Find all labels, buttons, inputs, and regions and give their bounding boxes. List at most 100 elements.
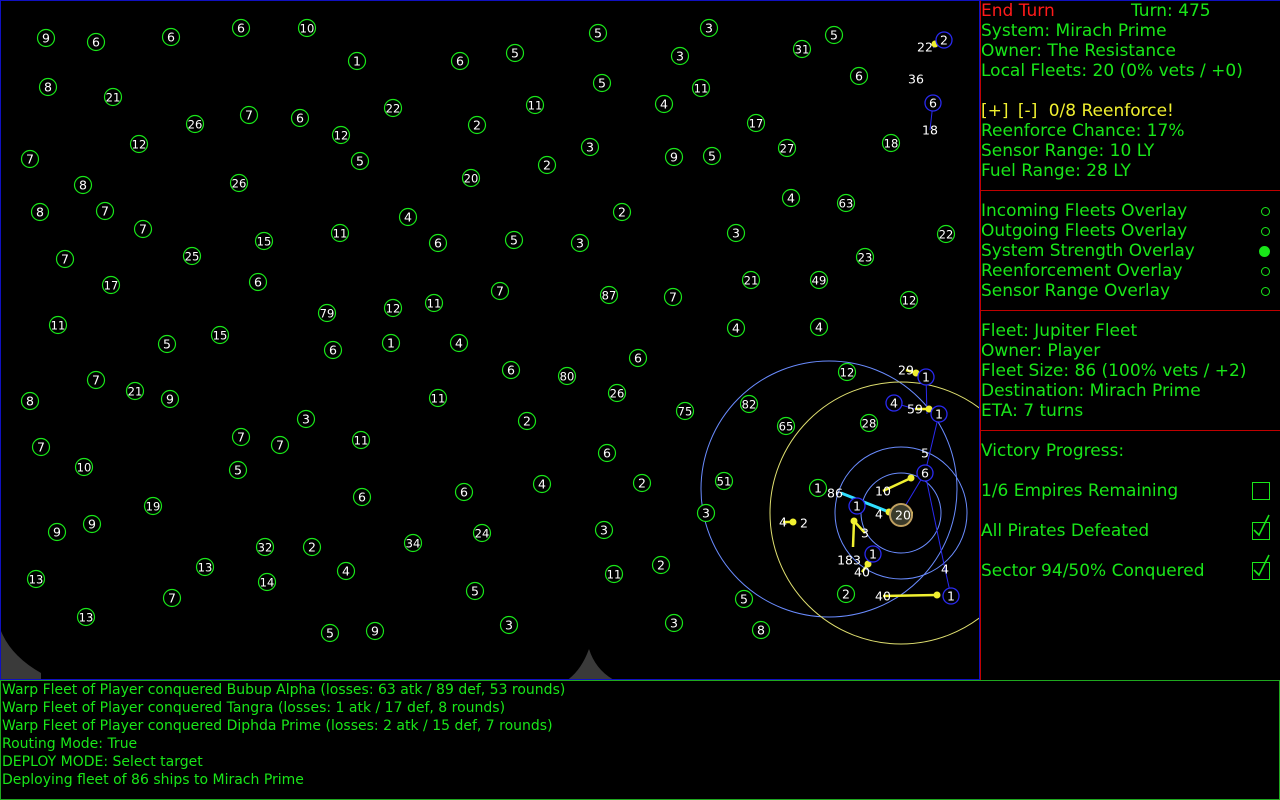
- system-strength-label: 9: [166, 392, 174, 407]
- overlay-label: Outgoing Fleets Overlay: [981, 221, 1188, 241]
- fleet-strength-label: 40: [875, 589, 891, 604]
- end-turn-button[interactable]: End Turn: [981, 1, 1131, 21]
- reenforce-minus-button[interactable]: [-]: [1018, 101, 1037, 121]
- system-strength-label: 11: [528, 99, 543, 113]
- system-strength-label: 15: [257, 235, 272, 249]
- system-strength-label: 5: [326, 626, 334, 641]
- fleet-info-section: Fleet: Jupiter Fleet Owner: Player Fleet…: [981, 311, 1280, 431]
- fleet-strength-label: 40: [854, 565, 870, 580]
- fleet-owner: Owner: Player: [981, 341, 1101, 361]
- fleet-marker[interactable]: [933, 591, 941, 599]
- fleet-strength-label: 3: [861, 526, 869, 541]
- system-strength-label: 23: [858, 251, 873, 265]
- victory-item: All Pirates Defeated: [981, 514, 1280, 541]
- system-name: System: Mirach Prime: [981, 21, 1167, 41]
- system-strength-label: 4: [342, 564, 350, 579]
- reenforce-count[interactable]: 0/8 Reenforce!: [1049, 101, 1174, 121]
- system-strength-label: 20: [464, 172, 479, 186]
- fleet-strength-label: 10: [875, 484, 891, 499]
- local-fleets: Local Fleets: 20 (0% vets / +0): [981, 61, 1243, 81]
- system-strength-label: 11: [694, 82, 709, 96]
- reenforce-plus-button[interactable]: [+]: [981, 101, 1009, 121]
- overlay-radio[interactable]: [1261, 286, 1270, 296]
- galaxy-map-canvas[interactable]: 9 6 66 101 655333158217 61222211541162612539 5…: [1, 1, 980, 680]
- fleet-marker[interactable]: [850, 517, 858, 525]
- system-strength-label: 4: [455, 336, 463, 351]
- system-strength-label: 5: [740, 592, 748, 607]
- system-strength-label: 11: [51, 319, 66, 333]
- overlay-outgoing[interactable]: Outgoing Fleets Overlay: [981, 221, 1280, 241]
- fleet-marker[interactable]: [907, 474, 915, 482]
- system-strength-label: 12: [132, 138, 147, 152]
- system-strength-label: 9: [53, 525, 61, 540]
- log-message: Deploying fleet of 86 ships to Mirach Pr…: [2, 772, 304, 788]
- fuel-range: Fuel Range: 28 LY: [981, 161, 1131, 181]
- system-strength-label: 11: [427, 297, 442, 311]
- overlay-strength[interactable]: System Strength Overlay: [981, 241, 1280, 261]
- system-strength-label: 11: [354, 434, 369, 448]
- system-strength-label: 12: [334, 129, 349, 143]
- overlay-reenforcement[interactable]: Reenforcement Overlay: [981, 261, 1280, 281]
- route-line: [924, 472, 946, 570]
- overlay-incoming[interactable]: Incoming Fleets Overlay: [981, 201, 1280, 221]
- system-strength-label: 7: [245, 108, 253, 123]
- system-strength-label: 17: [749, 117, 764, 131]
- system-strength-label: 3: [670, 616, 678, 631]
- system-strength-label: 1: [853, 499, 861, 514]
- system-strength-label: 26: [610, 387, 625, 401]
- system-strength-label: 8: [26, 394, 34, 409]
- system-strength-label: 19: [146, 500, 161, 514]
- system-strength-label: 6: [603, 446, 611, 461]
- fleet-path: [851, 520, 856, 548]
- system-strength-label: 7: [276, 438, 284, 453]
- overlay-radio[interactable]: [1261, 226, 1270, 236]
- system-owner: Owner: The Resistance: [981, 41, 1176, 61]
- fleet-marker[interactable]: [789, 518, 797, 526]
- reenforce-chance: Reenforce Chance: 17%: [981, 121, 1185, 141]
- system-strength-label: 1: [814, 481, 822, 496]
- system-strength-label: 7: [26, 152, 34, 167]
- system-strength-label: 10: [77, 461, 92, 475]
- overlay-sensor[interactable]: Sensor Range Overlay: [981, 281, 1280, 301]
- system-strength-label: 2: [543, 158, 551, 173]
- overlay-label: Reenforcement Overlay: [981, 261, 1183, 281]
- system-strength-label: 2: [638, 476, 646, 491]
- system-strength-label: 21: [128, 385, 143, 399]
- system-strength-label: 1: [869, 547, 877, 562]
- galaxy-map[interactable]: 9 6 6 6 10 1 6 5 5 3 3 31 5 8 21 7 6 12 22 2 11 5 4 11 6 26 12 5 3 9 5…: [0, 0, 980, 680]
- system-strength-label: 3: [702, 506, 710, 521]
- system-strength-label: 3: [505, 618, 513, 633]
- overlay-radio[interactable]: [1261, 266, 1270, 276]
- system-strength-label: 5: [598, 76, 606, 91]
- overlay-radio[interactable]: [1261, 206, 1270, 216]
- system-strength-label: 1: [353, 54, 361, 69]
- empty-checkbox-icon: [1252, 482, 1270, 500]
- system-strength-label: 6: [921, 466, 929, 481]
- fleet-strength-label: 2: [800, 516, 808, 531]
- system-strength-label: 12: [902, 294, 917, 308]
- system-strength-label: 82: [742, 398, 757, 412]
- system-strength-label: 75: [678, 405, 693, 419]
- system-strength-label: 51: [717, 475, 732, 489]
- system-strength-label: 34: [406, 537, 421, 551]
- system-strength-label: 6: [92, 35, 100, 50]
- system-strength-label: 14: [260, 576, 275, 590]
- system-strength-label: 79: [320, 307, 335, 321]
- system-strength-label: 5: [511, 46, 519, 61]
- system-strength-label: 3: [600, 523, 608, 538]
- overlay-radio-selected[interactable]: [1259, 245, 1270, 257]
- system-strength-label: 49: [812, 274, 827, 288]
- system-strength-label: 7: [101, 204, 109, 219]
- system-strength-label: 87: [602, 289, 617, 303]
- system-strength-label: 4: [404, 210, 412, 225]
- system-strength-label: 5: [163, 337, 171, 352]
- system-strength-label: 24: [475, 527, 490, 541]
- system-strength-label: 32: [258, 541, 273, 555]
- victory-item: Sector 94/50% Conquered: [981, 554, 1280, 581]
- system-strength-label: 9: [670, 150, 678, 165]
- system-strength-label: 7: [168, 591, 176, 606]
- system-strength-label: 4: [815, 320, 823, 335]
- system-strength-label: 6: [358, 490, 366, 505]
- system-strength-label: 7: [92, 373, 100, 388]
- system-strength-label: 4: [787, 191, 795, 206]
